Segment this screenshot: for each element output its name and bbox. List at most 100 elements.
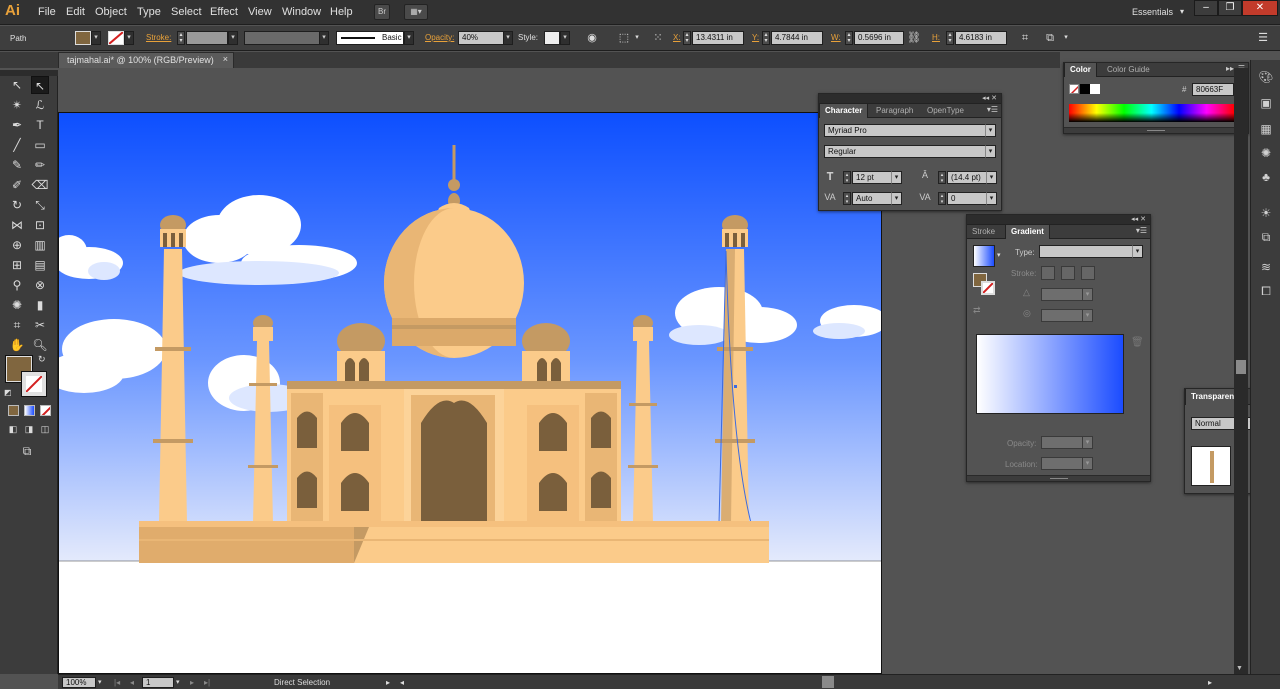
artboard-tool-icon[interactable]: ⌗ [8,316,26,334]
scale-tool-icon[interactable]: ⤡ [31,196,49,214]
angle-dropdown[interactable]: ▾ [1082,288,1093,301]
lasso-tool-icon[interactable]: ℒ [31,96,49,114]
fill-dropdown[interactable]: ▾ [91,31,101,45]
color-guide-icon[interactable]: ▣ [1257,94,1275,112]
swatches-icon[interactable]: ▦ [1257,120,1275,138]
graphic-styles-icon[interactable]: ☀ [1257,204,1275,222]
none-swatch[interactable] [1069,84,1079,94]
close-panel-icon[interactable]: ✕ [991,95,997,102]
x-label[interactable]: X: [673,33,681,42]
stroke-color-dropdown[interactable]: ▾ [124,31,134,45]
pencil-tool-icon[interactable]: ✏ [31,156,49,174]
menu-file[interactable]: File [38,6,56,18]
kerning-dropdown[interactable]: ▾ [891,192,902,205]
expand-panel-icon[interactable]: ▸▸ [1226,64,1234,73]
reverse-gradient-icon[interactable]: ⇄ [973,305,981,316]
next-artboard-icon[interactable]: ▸ [190,678,194,687]
arrange-documents-button[interactable]: ▦▾ [404,4,428,20]
tab-color-guide[interactable]: Color Guide [1102,63,1155,77]
stroke-label[interactable]: Stroke: [146,33,171,42]
column-graph-tool-icon[interactable]: ▮ [31,296,49,314]
leading-stepper[interactable]: ▴ ▾ [938,171,946,184]
stop-location-field[interactable] [1041,457,1083,470]
more-options-chevron-icon[interactable]: ▾ [1059,31,1073,45]
scroll-left-icon[interactable]: ◂ [400,678,404,687]
draw-inside-icon[interactable]: ◫ [38,422,52,436]
draw-normal-icon[interactable]: ◧ [6,422,20,436]
gradient-type-field[interactable] [1039,245,1133,258]
x-stepper[interactable]: ▴ ▾ [683,31,691,45]
screen-mode-icon[interactable]: ⧉ [18,442,36,460]
eraser-tool-icon[interactable]: ⌫ [31,176,49,194]
perspective-grid-tool-icon[interactable]: ▥ [31,236,49,254]
tab-gradient[interactable]: Gradient [1005,225,1050,239]
constrain-proportions-icon[interactable]: ⛓ [907,31,921,45]
eyedropper-tool-icon[interactable]: ⚲ [8,276,26,294]
pen-tool-icon[interactable]: ✒ [8,116,26,134]
horizontal-scroll-thumb[interactable] [822,676,834,688]
stroke-weight-field[interactable] [186,31,228,45]
font-size-dropdown[interactable]: ▾ [891,171,902,184]
artboard-dropdown-icon[interactable]: ▾ [176,678,180,686]
tracking-field[interactable]: 0 [947,192,987,205]
stroke-weight-dropdown[interactable]: ▾ [228,31,238,45]
maximize-button[interactable]: ❐ [1218,0,1242,16]
free-transform-tool-icon[interactable]: ⊡ [31,216,49,234]
x-position-field[interactable]: 13.4311 in [692,31,744,45]
opacity-dropdown[interactable]: ▾ [503,31,513,45]
y-label[interactable]: Y: [752,33,759,42]
workspace-switcher[interactable]: Essentials [1132,7,1173,17]
close-panel-icon[interactable]: ✕ [1140,216,1146,223]
type-tool-icon[interactable]: T [31,116,49,134]
y-stepper[interactable]: ▴ ▾ [762,31,770,45]
aspect-ratio-dropdown[interactable]: ▾ [1082,309,1093,322]
swap-fill-stroke-icon[interactable]: ↻ [38,354,46,365]
scroll-right-icon[interactable]: ▸ [1208,678,1212,687]
height-field[interactable]: 4.6183 in [955,31,1007,45]
magic-wand-tool-icon[interactable]: ✴ [8,96,26,114]
stroke-within-icon[interactable] [1041,266,1055,280]
close-window-button[interactable]: ✕ [1242,0,1278,16]
tab-stroke[interactable]: Stroke [967,225,1000,239]
zoom-dropdown-icon[interactable]: ▾ [98,678,102,686]
stroke-along-icon[interactable] [1061,266,1075,280]
delete-stop-icon[interactable]: 🗑︎ [1131,337,1144,348]
zoom-tool-icon[interactable]: 🔍︎ [31,336,49,354]
gradient-type-dropdown[interactable]: ▾ [1132,245,1143,258]
align-to-icon[interactable]: ⬚ [617,31,631,45]
document-tab[interactable]: tajmahal.ai* @ 100% (RGB/Preview) × [58,52,234,68]
gradient-slider[interactable] [976,334,1124,414]
stop-location-dropdown[interactable]: ▾ [1082,457,1093,470]
isolate-selected-icon[interactable]: ⧉ [1043,31,1057,45]
menu-select[interactable]: Select [171,6,202,18]
hand-tool-icon[interactable]: ✋ [8,336,26,354]
color-panel-icon[interactable]: 🎨︎ [1257,68,1275,86]
tracking-stepper[interactable]: ▴ ▾ [938,192,946,205]
appearance-icon[interactable]: ⧉ [1257,228,1275,246]
reference-point-icon[interactable]: ⁙ [651,31,665,45]
h-label[interactable]: H: [932,33,940,42]
w-label[interactable]: W: [831,33,841,42]
brush-definition-field[interactable]: Basic [336,31,404,45]
style-dropdown[interactable]: ▾ [560,31,570,45]
brush-dropdown[interactable]: ▾ [404,31,414,45]
aspect-ratio-field[interactable] [1041,309,1083,322]
h-stepper[interactable]: ▴ ▾ [946,31,954,45]
font-style-field[interactable]: Regular [824,145,986,158]
shape-builder-tool-icon[interactable]: ⊕ [8,236,26,254]
draw-behind-icon[interactable]: ◨ [22,422,36,436]
panel-menu-icon[interactable]: ▾☰ [987,105,998,114]
stop-opacity-dropdown[interactable]: ▾ [1082,436,1093,449]
font-size-field[interactable]: 12 pt [852,171,892,184]
scroll-down-icon[interactable]: ▼ [1236,665,1243,672]
menu-view[interactable]: View [248,6,272,18]
vertical-scrollbar[interactable]: ▼ [1234,68,1248,674]
artboard-number-field[interactable]: 1 [142,677,174,688]
control-panel-menu-icon[interactable]: ☰ [1256,31,1270,45]
mesh-tool-icon[interactable]: ⊞ [8,256,26,274]
black-swatch[interactable] [1080,84,1090,94]
color-mode-icon[interactable] [8,405,19,416]
tab-character[interactable]: Character [819,104,869,118]
menu-effect[interactable]: Effect [210,6,238,18]
blob-brush-tool-icon[interactable]: ✐ [8,176,26,194]
